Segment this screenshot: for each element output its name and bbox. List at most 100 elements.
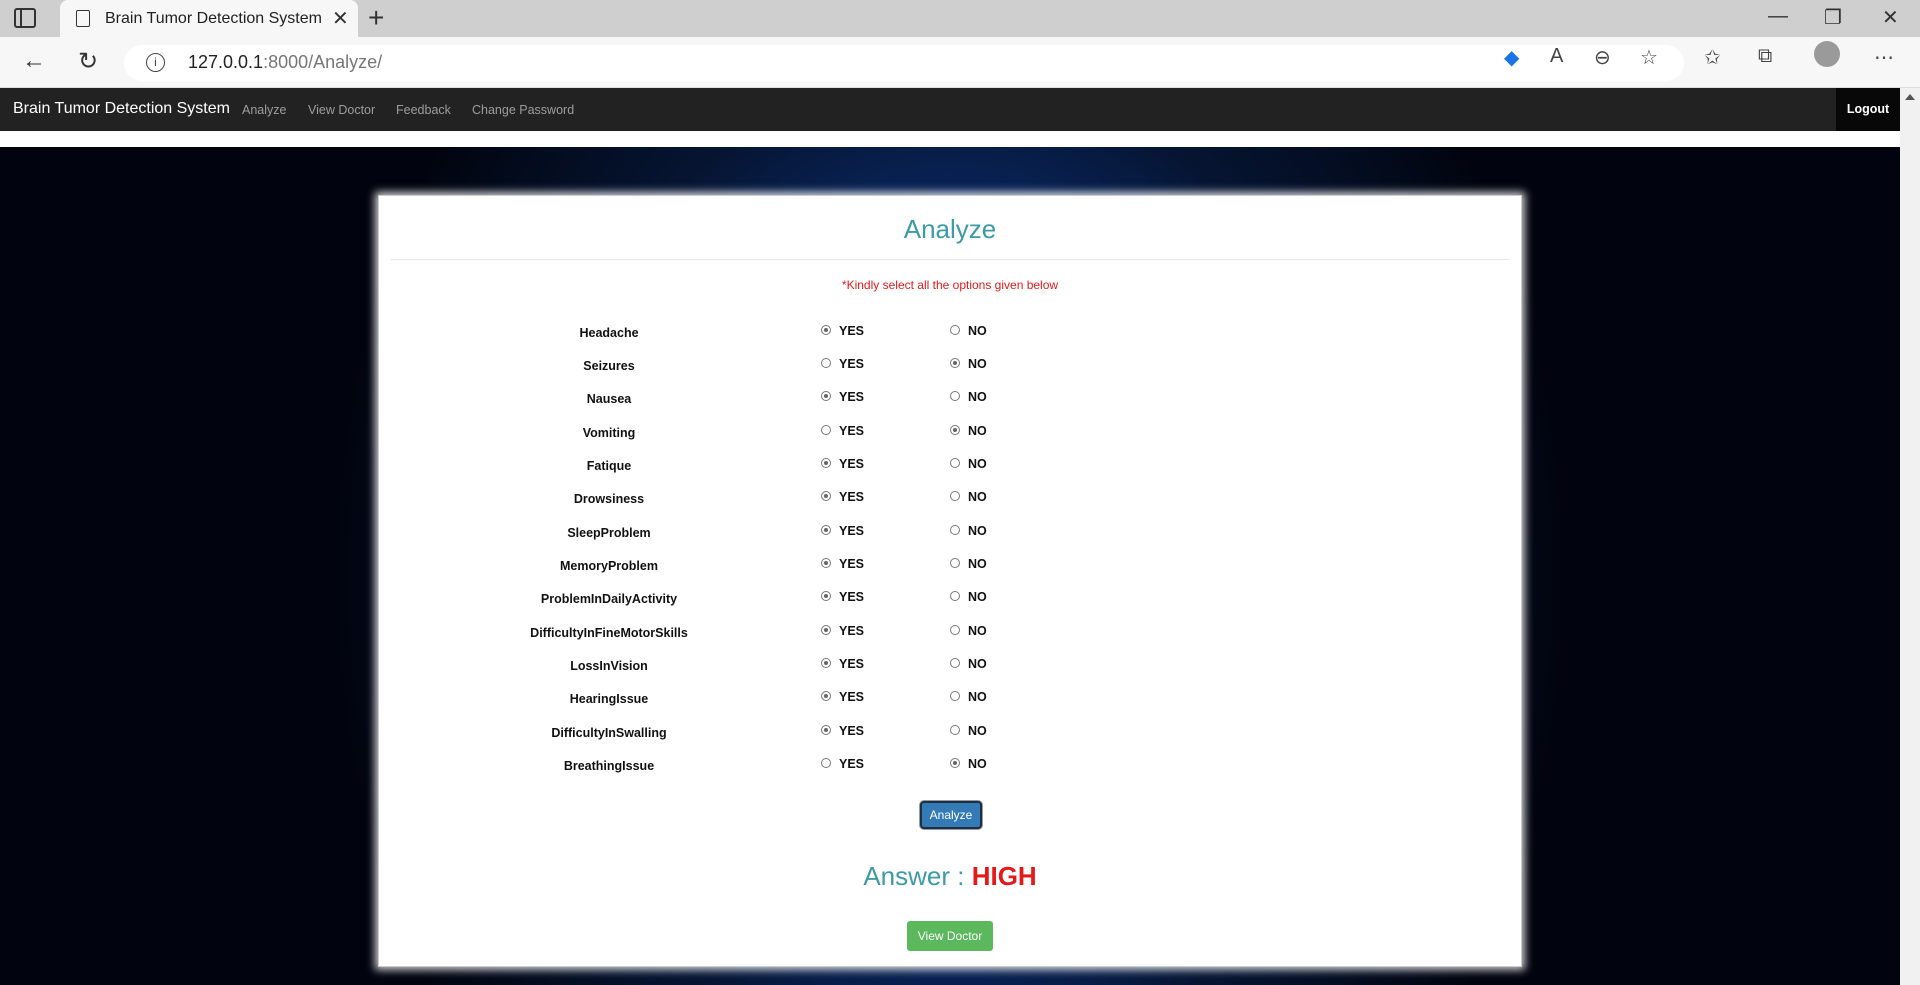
no-radio[interactable] (950, 357, 960, 368)
yes-option[interactable]: YES (821, 457, 864, 471)
no-radio[interactable] (950, 490, 960, 501)
yes-option[interactable]: YES (821, 624, 864, 638)
no-option[interactable]: NO (950, 324, 987, 338)
yes-radio[interactable] (821, 624, 831, 635)
restore-icon[interactable]: ❐ (1824, 5, 1842, 30)
coupon-icon[interactable]: ◆ (1504, 45, 1519, 70)
yes-label: YES (839, 424, 865, 438)
no-option[interactable]: NO (950, 757, 987, 771)
no-radio[interactable] (950, 324, 960, 335)
yes-radio[interactable] (821, 590, 831, 601)
minimize-icon[interactable]: — (1768, 5, 1788, 28)
yes-option[interactable]: YES (821, 757, 864, 771)
no-option[interactable]: NO (950, 724, 987, 738)
no-option[interactable]: NO (950, 657, 987, 671)
no-radio[interactable] (950, 524, 960, 535)
question-label: Nausea (586, 392, 632, 406)
no-radio[interactable] (950, 657, 960, 668)
browser-tab[interactable]: Brain Tumor Detection System ✕ (60, 0, 358, 37)
close-tab-icon[interactable]: ✕ (332, 6, 349, 31)
no-option[interactable]: NO (950, 690, 987, 704)
address-bar[interactable]: i 127.0.0.1:8000/Analyze/ (124, 45, 1684, 81)
yes-radio[interactable] (821, 724, 831, 735)
no-option[interactable]: NO (950, 424, 987, 438)
no-radio[interactable] (950, 724, 960, 735)
yes-radio[interactable] (821, 757, 831, 768)
new-tab-icon[interactable]: + (368, 2, 384, 34)
no-option[interactable]: NO (950, 390, 987, 404)
yes-option[interactable]: YES (821, 590, 864, 604)
nav-change-password[interactable]: Change Password (472, 103, 574, 117)
zoom-out-icon[interactable]: ⊖ (1594, 45, 1611, 70)
brand-link[interactable]: Brain Tumor Detection System (13, 100, 230, 118)
no-option[interactable]: NO (950, 624, 987, 638)
yes-label: YES (839, 757, 865, 771)
yes-label: YES (839, 657, 865, 671)
no-option[interactable]: NO (950, 557, 987, 571)
refresh-icon[interactable]: ↻ (78, 47, 98, 76)
view-doctor-button[interactable]: View Doctor (907, 921, 993, 951)
yes-radio[interactable] (821, 457, 831, 468)
logout-button[interactable]: Logout (1836, 88, 1900, 131)
yes-radio[interactable] (821, 690, 831, 701)
no-option[interactable]: NO (950, 590, 987, 604)
no-option[interactable]: NO (950, 490, 987, 504)
tab-title: Brain Tumor Detection System (105, 10, 322, 27)
tab-actions-icon[interactable] (14, 8, 36, 28)
yes-label: YES (839, 357, 865, 371)
yes-option[interactable]: YES (821, 657, 864, 671)
yes-radio[interactable] (821, 557, 831, 568)
no-radio[interactable] (950, 390, 960, 401)
no-option[interactable]: NO (950, 457, 987, 471)
no-option[interactable]: NO (950, 357, 987, 371)
no-label: NO (968, 624, 987, 638)
yes-label: YES (839, 590, 865, 604)
yes-option[interactable]: YES (821, 490, 864, 504)
favorites-icon[interactable]: ✩ (1704, 45, 1721, 70)
collections-icon[interactable]: ⧉ (1758, 45, 1772, 68)
no-radio[interactable] (950, 690, 960, 701)
yes-option[interactable]: YES (821, 524, 864, 538)
no-radio[interactable] (950, 557, 960, 568)
yes-option[interactable]: YES (821, 424, 864, 438)
question-label: BreathingIssue (563, 759, 655, 773)
yes-option[interactable]: YES (821, 357, 864, 371)
question-row: BreathingIssue YES NO (379, 753, 1521, 779)
yes-radio[interactable] (821, 357, 831, 368)
yes-option[interactable]: YES (821, 557, 864, 571)
yes-option[interactable]: YES (821, 390, 864, 404)
site-info-icon[interactable]: i (146, 53, 165, 72)
question-row: DifficultyInFineMotorSkills YES NO (379, 620, 1521, 646)
add-favorite-icon[interactable]: ☆ (1640, 45, 1658, 70)
yes-radio[interactable] (821, 424, 831, 435)
no-radio[interactable] (950, 424, 960, 435)
question-row: Vomiting YES NO (379, 420, 1521, 446)
no-label: NO (968, 424, 987, 438)
no-option[interactable]: NO (950, 524, 987, 538)
analyze-button[interactable]: Analyze (920, 801, 982, 829)
yes-option[interactable]: YES (821, 324, 864, 338)
read-aloud-icon[interactable]: A (1550, 45, 1563, 68)
nav-feedback[interactable]: Feedback (396, 103, 451, 117)
back-icon[interactable]: ← (22, 47, 46, 75)
yes-option[interactable]: YES (821, 690, 864, 704)
yes-radio[interactable] (821, 524, 831, 535)
no-radio[interactable] (950, 457, 960, 468)
yes-radio[interactable] (821, 324, 831, 335)
nav-analyze[interactable]: Analyze (242, 103, 286, 117)
url-path: :8000/Analyze/ (263, 52, 383, 72)
page-scrollbar[interactable] (1900, 88, 1920, 985)
url-text[interactable]: 127.0.0.1:8000/Analyze/ (188, 52, 382, 73)
no-radio[interactable] (950, 624, 960, 635)
nav-view-doctor[interactable]: View Doctor (308, 103, 375, 117)
no-radio[interactable] (950, 590, 960, 601)
yes-radio[interactable] (821, 490, 831, 501)
yes-option[interactable]: YES (821, 724, 864, 738)
profile-avatar-icon[interactable] (1814, 41, 1840, 73)
yes-radio[interactable] (821, 390, 831, 401)
no-radio[interactable] (950, 757, 960, 768)
more-options-icon[interactable]: ⋯ (1874, 45, 1894, 70)
close-window-icon[interactable]: ✕ (1882, 5, 1899, 30)
yes-radio[interactable] (821, 657, 831, 668)
question-label: DifficultyInSwalling (551, 726, 667, 740)
